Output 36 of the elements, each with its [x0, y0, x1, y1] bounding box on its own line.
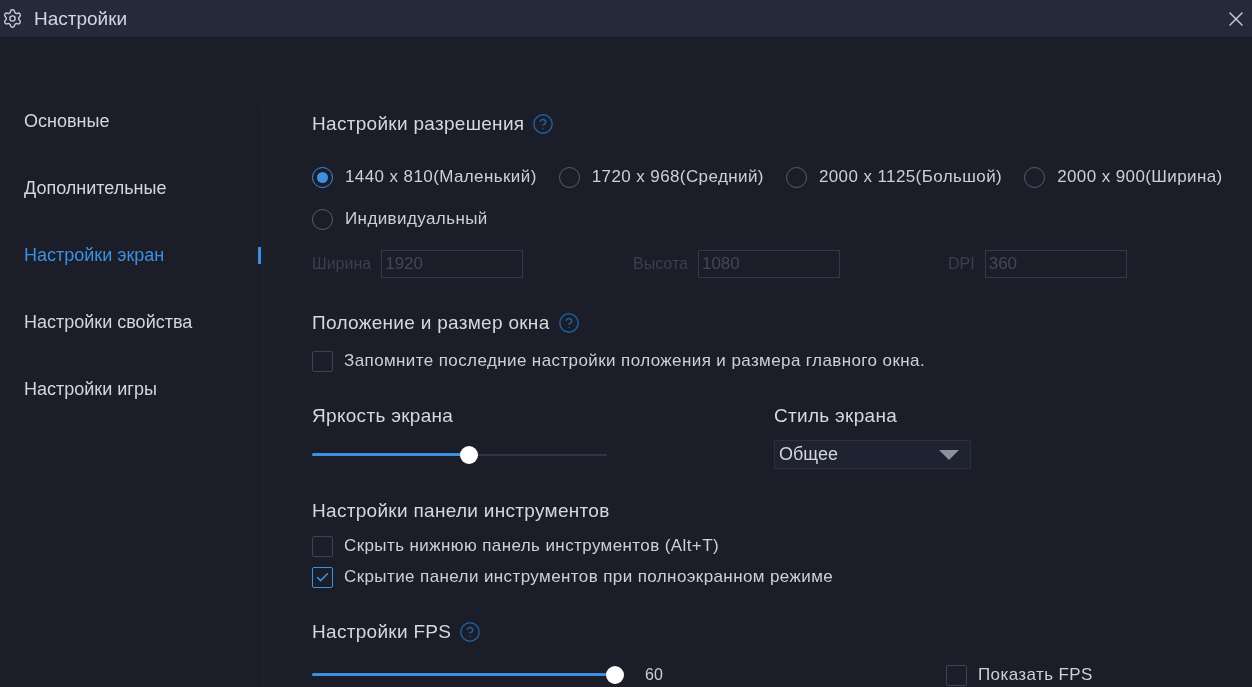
radio-label: 1440 x 810(Маленький) [345, 166, 537, 188]
settings-icon [2, 8, 23, 29]
active-indicator [258, 246, 261, 264]
help-icon[interactable] [557, 312, 580, 334]
checkbox-label: Показать FPS [978, 664, 1093, 686]
section-heading: Положение и размер окна [312, 311, 550, 335]
brightness-slider[interactable] [312, 444, 607, 465]
screen-style-dropdown[interactable]: Общее [774, 440, 971, 469]
checkbox[interactable] [312, 535, 333, 557]
section-heading: Стиль экрана [774, 404, 898, 428]
sidebar-item[interactable]: Настройки игры [0, 376, 262, 402]
radio-label: 1720 x 968(Средний) [591, 166, 764, 188]
slider-thumb[interactable] [606, 666, 624, 684]
section-heading: Настройки разрешения [312, 112, 525, 136]
checkbox[interactable] [312, 566, 333, 588]
section-heading: Настройки FPS [312, 620, 452, 644]
sidebar-item[interactable]: Настройки свойства [0, 309, 262, 335]
window-title: Настройки [34, 6, 128, 31]
checkbox[interactable] [946, 664, 967, 686]
fps-value: 60 [645, 665, 663, 685]
slider-thumb[interactable] [459, 445, 478, 464]
section-heading: Настройки панели инструментов [312, 499, 610, 523]
checkbox[interactable] [312, 350, 333, 372]
section-heading: Яркость экрана [312, 404, 454, 428]
caret-down-icon [939, 449, 959, 460]
radio-label: 2000 x 900(Ширина) [1057, 166, 1223, 188]
checkbox-label: Скрыть нижнюю панель инструментов (Alt+T) [344, 535, 719, 557]
sidebar-item[interactable]: Дополнительные [0, 175, 262, 201]
help-icon[interactable] [459, 621, 482, 643]
sidebar-item[interactable]: Основные [0, 108, 262, 134]
help-icon[interactable] [532, 113, 555, 135]
checkbox-label: Скрытие панели инструментов при полноэкранном режиме [344, 566, 834, 588]
sidebar-item[interactable]: Настройки экран [0, 242, 262, 268]
checkbox-label: Запомните последние настройки положения и размера главного окна. [344, 350, 925, 372]
radio-label: 2000 x 1125(Большой) [818, 166, 1003, 188]
radio-label: Индивидуальный [345, 208, 488, 230]
